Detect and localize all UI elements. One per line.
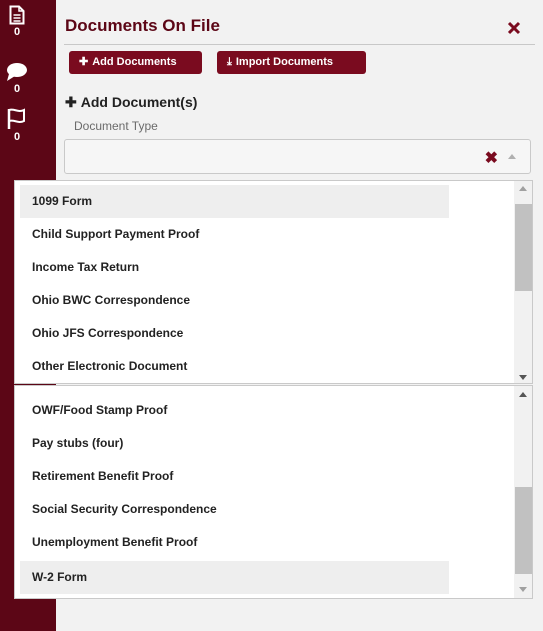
plus-icon: ✚ bbox=[65, 94, 77, 110]
list-item[interactable]: Ohio JFS Correspondence bbox=[20, 317, 449, 350]
list-item[interactable]: Child Support Payment Proof bbox=[20, 218, 449, 251]
messages-count: 0 bbox=[13, 83, 21, 95]
scroll-down-icon[interactable] bbox=[519, 375, 527, 380]
flags-count: 0 bbox=[13, 131, 21, 143]
document-icon bbox=[9, 5, 25, 25]
list-item[interactable]: Social Security Correspondence bbox=[20, 493, 449, 526]
document-type-list-upper[interactable]: 1099 Form Child Support Payment Proof In… bbox=[14, 180, 533, 384]
panel-title: Documents On File bbox=[65, 16, 220, 35]
scrollbar[interactable] bbox=[514, 181, 532, 383]
chat-bubble-icon bbox=[7, 63, 27, 81]
list-item[interactable]: 1099 Form bbox=[20, 185, 449, 218]
list-item[interactable]: OWF/Food Stamp Proof bbox=[20, 394, 449, 427]
upload-icon: ⤓ bbox=[227, 56, 232, 68]
add-documents-heading: ✚ Add Document(s) bbox=[65, 94, 197, 111]
add-documents-button[interactable]: ✚ Add Documents bbox=[69, 51, 202, 74]
list-item[interactable]: Ohio BWC Correspondence bbox=[20, 284, 449, 317]
import-documents-label: Import Documents bbox=[235, 56, 334, 68]
list-item[interactable]: Unemployment Benefit Proof bbox=[20, 526, 449, 559]
import-documents-button[interactable]: ⤓ Import Documents bbox=[217, 51, 366, 74]
clear-icon[interactable]: ✖ bbox=[485, 148, 498, 168]
list-item[interactable]: W-2 Form bbox=[20, 561, 449, 594]
document-type-list-lower[interactable]: OWF/Food Stamp Proof Pay stubs (four) Re… bbox=[14, 385, 533, 599]
scroll-thumb[interactable] bbox=[515, 487, 532, 574]
title-divider bbox=[64, 44, 535, 45]
sidebar-documents[interactable]: 0 bbox=[0, 5, 34, 38]
document-type-select[interactable]: ✖ bbox=[64, 139, 531, 174]
sidebar-flags[interactable]: 0 bbox=[0, 108, 34, 143]
document-type-label: Document Type bbox=[74, 119, 158, 133]
scroll-up-icon[interactable] bbox=[519, 186, 527, 191]
add-heading-text: Add Document(s) bbox=[80, 94, 198, 110]
caret-up-icon[interactable] bbox=[508, 154, 516, 159]
list-item[interactable]: Retirement Benefit Proof bbox=[20, 460, 449, 493]
scroll-up-icon[interactable] bbox=[519, 392, 527, 397]
list-item[interactable]: Income Tax Return bbox=[20, 251, 449, 284]
documents-count: 0 bbox=[13, 26, 21, 38]
flag-icon bbox=[7, 108, 25, 129]
scroll-down-icon[interactable] bbox=[519, 587, 527, 592]
scrollbar[interactable] bbox=[514, 386, 532, 598]
scroll-thumb[interactable] bbox=[515, 204, 532, 291]
sidebar-messages[interactable]: 0 bbox=[0, 62, 34, 95]
close-icon[interactable] bbox=[507, 21, 521, 35]
list-item[interactable]: Other Electronic Document bbox=[20, 350, 449, 383]
list-item[interactable]: Pay stubs (four) bbox=[20, 427, 449, 460]
plus-icon: ✚ bbox=[79, 56, 89, 68]
add-documents-label: Add Documents bbox=[92, 56, 177, 68]
